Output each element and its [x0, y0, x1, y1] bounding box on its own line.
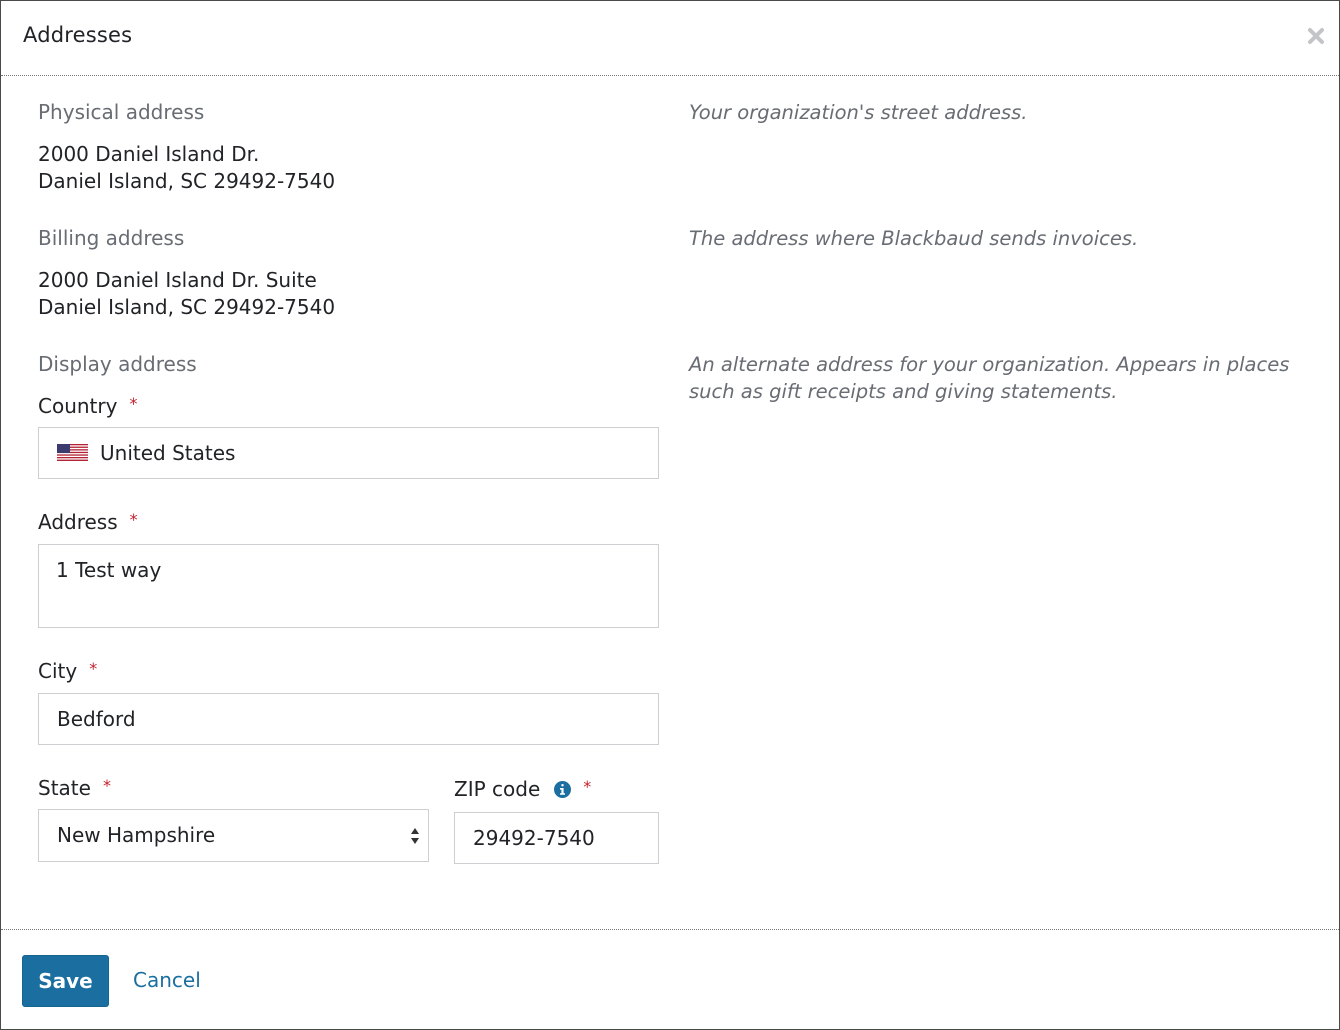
- address-label: Address *: [38, 510, 138, 534]
- close-icon[interactable]: [1307, 27, 1325, 45]
- city-label: City *: [38, 659, 97, 683]
- display-address-label: Display address: [38, 352, 197, 376]
- required-marker: *: [583, 777, 592, 796]
- billing-address-line2: Daniel Island, SC 29492-7540: [38, 295, 336, 319]
- state-select[interactable]: New Hampshire: [38, 809, 429, 862]
- us-flag-icon: [57, 444, 88, 461]
- billing-address-help: The address where Blackbaud sends invoic…: [689, 227, 1139, 250]
- required-marker: *: [89, 659, 98, 678]
- required-marker: *: [129, 394, 138, 413]
- state-label: State *: [38, 776, 111, 800]
- dialog-title: Addresses: [23, 23, 133, 47]
- physical-address-help: Your organization's street address.: [689, 101, 1028, 124]
- display-address-help: An alternate address for your organizati…: [689, 353, 1290, 403]
- zip-input[interactable]: 29492-7540: [454, 812, 659, 864]
- country-label-text: Country: [38, 394, 118, 418]
- address-label-text: Address: [38, 510, 118, 534]
- address-textarea[interactable]: 1 Test way: [38, 544, 659, 628]
- address-value: 1 Test way: [56, 558, 162, 582]
- required-marker: *: [102, 776, 111, 795]
- physical-address-line2: Daniel Island, SC 29492-7540: [38, 169, 336, 193]
- zip-value: 29492-7540: [473, 826, 595, 850]
- physical-address-label: Physical address: [38, 100, 205, 124]
- state-label-text: State: [38, 776, 91, 800]
- country-value: United States: [100, 441, 236, 465]
- country-field[interactable]: United States: [38, 427, 659, 479]
- save-button[interactable]: Save: [22, 955, 109, 1007]
- state-value: New Hampshire: [57, 823, 216, 847]
- info-icon[interactable]: [554, 781, 572, 798]
- select-arrows-icon: [411, 828, 419, 844]
- addresses-dialog: Addresses Physical address Your organiza…: [0, 0, 1340, 1030]
- required-marker: *: [129, 510, 138, 529]
- billing-address-label: Billing address: [38, 226, 185, 250]
- city-value: Bedford: [57, 707, 136, 731]
- country-label: Country *: [38, 394, 137, 418]
- city-input[interactable]: Bedford: [38, 693, 659, 745]
- dialog-footer: Save Cancel: [1, 929, 1339, 1029]
- city-label-text: City: [38, 659, 78, 683]
- zip-label: ZIP code *: [454, 777, 591, 801]
- zip-label-text: ZIP code: [454, 777, 541, 801]
- physical-address-line1: 2000 Daniel Island Dr.: [38, 142, 260, 166]
- dialog-header: Addresses: [1, 1, 1339, 76]
- billing-address-line1: 2000 Daniel Island Dr. Suite: [38, 268, 317, 292]
- cancel-button[interactable]: Cancel: [133, 968, 201, 992]
